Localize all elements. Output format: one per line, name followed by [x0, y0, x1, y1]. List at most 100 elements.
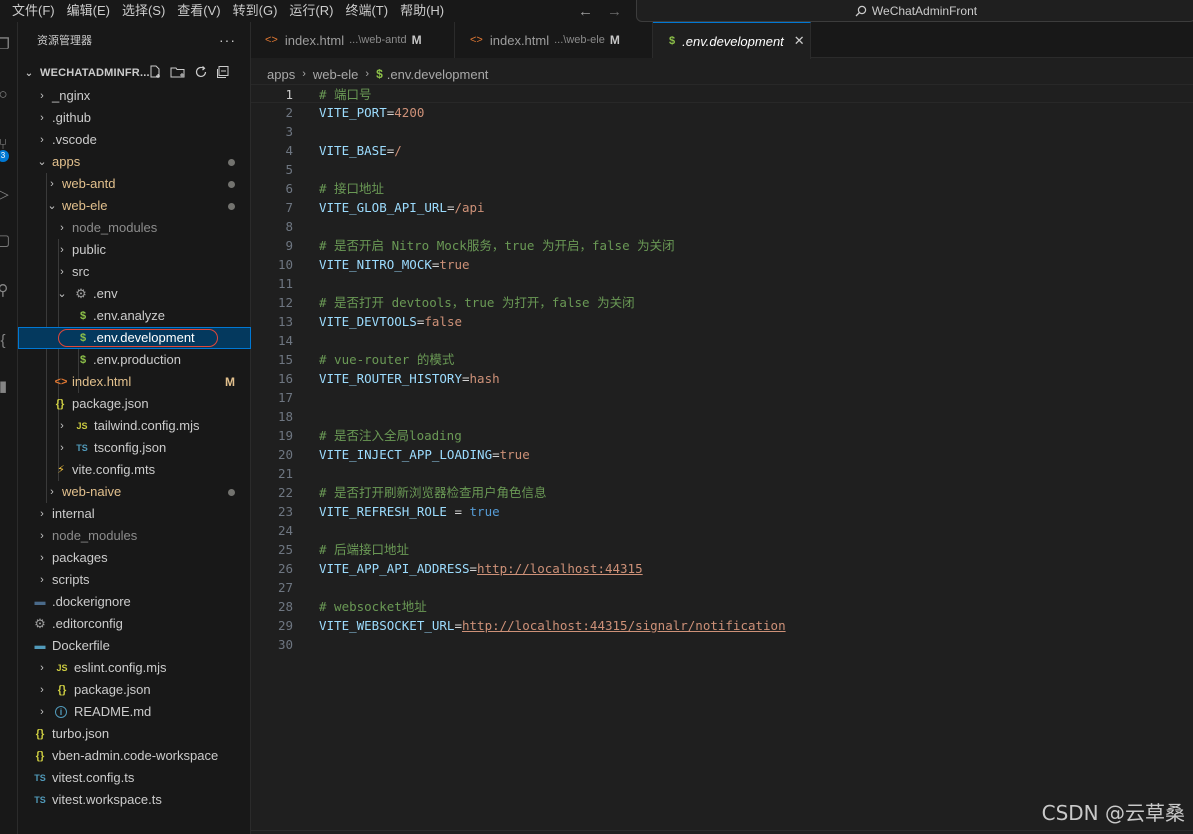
menu-selection[interactable]: 选择(S) — [116, 0, 171, 22]
close-icon[interactable]: ✕ — [794, 33, 805, 49]
code-line[interactable]: 5 — [251, 160, 1193, 179]
code-line[interactable]: 23 VITE_REFRESH_ROLE = true — [251, 502, 1193, 521]
code-line[interactable]: 18 — [251, 407, 1193, 426]
code-line[interactable]: 11 — [251, 274, 1193, 293]
code-editor[interactable]: 1 # 端口号 2 VITE_PORT=4200 3 4 VITE_BASE=/5 6 # 接口… — [251, 84, 1193, 654]
command-center[interactable]: WeChatAdminFront — [636, 0, 1193, 22]
code-line[interactable]: 17 — [251, 388, 1193, 407]
tree-item-vitest-config[interactable]: TS vitest.config.ts — [18, 767, 251, 789]
more-actions-icon[interactable]: ··· — [219, 32, 236, 48]
tree-item-scripts[interactable]: › scripts — [18, 569, 251, 591]
menu-view[interactable]: 查看(V) — [171, 0, 226, 22]
tree-item-eslint-config[interactable]: › JS eslint.config.mjs — [18, 657, 251, 679]
tree-item-public[interactable]: › public — [18, 239, 251, 261]
tree-item-package-json[interactable]: {} package.json — [18, 393, 251, 415]
tree-item-web-antd[interactable]: › web-antd — [18, 173, 251, 195]
tree-item-packages[interactable]: › packages — [18, 547, 251, 569]
code-line[interactable]: 9 # 是否开启 Nitro Mock服务，true 为开启，false 为关闭 — [251, 236, 1193, 255]
env-value-link[interactable]: http://localhost:44315 — [477, 561, 643, 576]
tree-item-dockerfile[interactable]: ▬ Dockerfile — [18, 635, 251, 657]
tree-item-env[interactable]: ⌄ ⚙ .env — [18, 283, 251, 305]
tree-item-src[interactable]: › src — [18, 261, 251, 283]
tree-item-vite-config[interactable]: ⚡ vite.config.mts — [18, 459, 251, 481]
new-file-icon[interactable] — [148, 65, 162, 79]
code-line[interactable]: 25 # 后端接口地址 — [251, 540, 1193, 559]
menu-terminal[interactable]: 终端(T) — [339, 0, 394, 22]
code-line[interactable]: 14 — [251, 331, 1193, 350]
tree-item-dockerignore[interactable]: ▬ .dockerignore — [18, 591, 251, 613]
panel-icon[interactable]: ▮ — [0, 378, 12, 396]
code-line[interactable]: 30 — [251, 635, 1193, 654]
search-icon[interactable]: ○ — [0, 86, 12, 104]
menu-edit[interactable]: 编辑(E) — [61, 0, 116, 22]
menu-file[interactable]: 文件(F) — [6, 0, 61, 22]
tree-item-env-production[interactable]: $ .env.production — [18, 349, 251, 371]
code-line[interactable]: 8 — [251, 217, 1193, 236]
code-line[interactable]: 27 — [251, 578, 1193, 597]
breadcrumb-item[interactable]: web-ele — [313, 67, 359, 82]
run-debug-icon[interactable]: ▷ — [0, 186, 12, 204]
tree-item-editorconfig[interactable]: ⚙ .editorconfig — [18, 613, 251, 635]
code-line[interactable]: 2 VITE_PORT=4200 — [251, 103, 1193, 122]
horizontal-scrollbar[interactable] — [251, 830, 1193, 834]
tree-item-code-workspace[interactable]: {} vben-admin.code-workspace — [18, 745, 251, 767]
code-line[interactable]: 4 VITE_BASE=/ — [251, 141, 1193, 160]
extensions-icon[interactable]: ▢ — [0, 232, 12, 250]
menu-run[interactable]: 运行(R) — [283, 0, 339, 22]
code-line[interactable]: 29 VITE_WEBSOCKET_URL=http://localhost:44… — [251, 616, 1193, 635]
code-line[interactable]: 13 VITE_DEVTOOLS=false — [251, 312, 1193, 331]
code-line[interactable]: 15 # vue-router 的模式 — [251, 350, 1193, 369]
code-line[interactable]: 26 VITE_APP_API_ADDRESS=http://localhost:… — [251, 559, 1193, 578]
menu-go[interactable]: 转到(G) — [227, 0, 284, 22]
workspace-root[interactable]: ⌄ WECHATADMINFR... — [18, 58, 250, 88]
code-line[interactable]: 22 # 是否打开刷新浏览器检查用户角色信息 — [251, 483, 1193, 502]
tree-item-package-json-root[interactable]: › {} package.json — [18, 679, 251, 701]
collapse-all-icon[interactable] — [216, 65, 230, 79]
tree-item-internal[interactable]: › internal — [18, 503, 251, 525]
env-value-link[interactable]: http://localhost:44315/signalr/notificat… — [462, 618, 786, 633]
tree-item-index-html[interactable]: <> index.html M — [18, 371, 251, 393]
tab-env-development[interactable]: $ .env.development ✕ — [653, 22, 811, 59]
explorer-icon[interactable]: ❐ — [0, 36, 12, 54]
tree-item-turbo-json[interactable]: {} turbo.json — [18, 723, 251, 745]
tree-item-web-ele[interactable]: ⌄ web-ele — [18, 195, 251, 217]
back-arrow-icon[interactable]: ← — [578, 3, 593, 20]
code-line[interactable]: 28 # websocket地址 — [251, 597, 1193, 616]
tab-index-html-web-ele[interactable]: <> index.html ...\web-ele M — [455, 22, 653, 58]
tree-item-tailwind-config[interactable]: › JS tailwind.config.mjs — [18, 415, 251, 437]
code-line[interactable]: 7 VITE_GLOB_API_URL=/api — [251, 198, 1193, 217]
refresh-icon[interactable] — [194, 65, 208, 79]
code-line[interactable]: 12 # 是否打开 devtools，true 为打开，false 为关闭 — [251, 293, 1193, 312]
tree-item-web-naive[interactable]: › web-naive — [18, 481, 251, 503]
code-line[interactable]: 10 VITE_NITRO_MOCK=true — [251, 255, 1193, 274]
code-line[interactable]: 21 — [251, 464, 1193, 483]
tree-item-nginx[interactable]: › _nginx — [18, 85, 251, 107]
search-icon — [855, 5, 867, 16]
breadcrumb-item[interactable]: .env.development — [387, 67, 489, 82]
tree-item-vscode[interactable]: › .vscode — [18, 129, 251, 151]
tree-item-node-modules[interactable]: › node_modules — [18, 217, 251, 239]
tree-item-github[interactable]: › .github — [18, 107, 251, 129]
new-folder-icon[interactable] — [170, 65, 186, 79]
code-line[interactable]: 6 # 接口地址 — [251, 179, 1193, 198]
code-line[interactable]: 1 # 端口号 — [251, 84, 1193, 103]
code-line[interactable]: 16 VITE_ROUTER_HISTORY=hash — [251, 369, 1193, 388]
tree-item-apps[interactable]: ⌄ apps — [18, 151, 251, 173]
code-line[interactable]: 24 — [251, 521, 1193, 540]
code-line[interactable]: 19 # 是否注入全局loading — [251, 426, 1193, 445]
tree-item-env-development[interactable]: $ .env.development — [18, 327, 251, 349]
tree-item-readme[interactable]: › i README.md — [18, 701, 251, 723]
tree-item-env-analyze[interactable]: $ .env.analyze — [18, 305, 251, 327]
ts-file-icon: TS — [34, 773, 46, 783]
code-line[interactable]: 3 — [251, 122, 1193, 141]
tab-index-html-web-antd[interactable]: <> index.html ...\web-antd M — [251, 22, 455, 58]
code-line[interactable]: 20 VITE_INJECT_APP_LOADING=true — [251, 445, 1193, 464]
menu-help[interactable]: 帮助(H) — [394, 0, 450, 22]
breadcrumb-item[interactable]: apps — [267, 67, 295, 82]
tree-item-node-modules-root[interactable]: › node_modules — [18, 525, 251, 547]
remote-icon[interactable]: ⚲ — [0, 282, 12, 300]
braces-icon[interactable]: { — [0, 332, 12, 350]
tree-item-vitest-workspace[interactable]: TS vitest.workspace.ts — [18, 789, 251, 811]
tree-item-tsconfig[interactable]: › TS tsconfig.json — [18, 437, 251, 459]
forward-arrow-icon[interactable]: → — [607, 3, 622, 20]
